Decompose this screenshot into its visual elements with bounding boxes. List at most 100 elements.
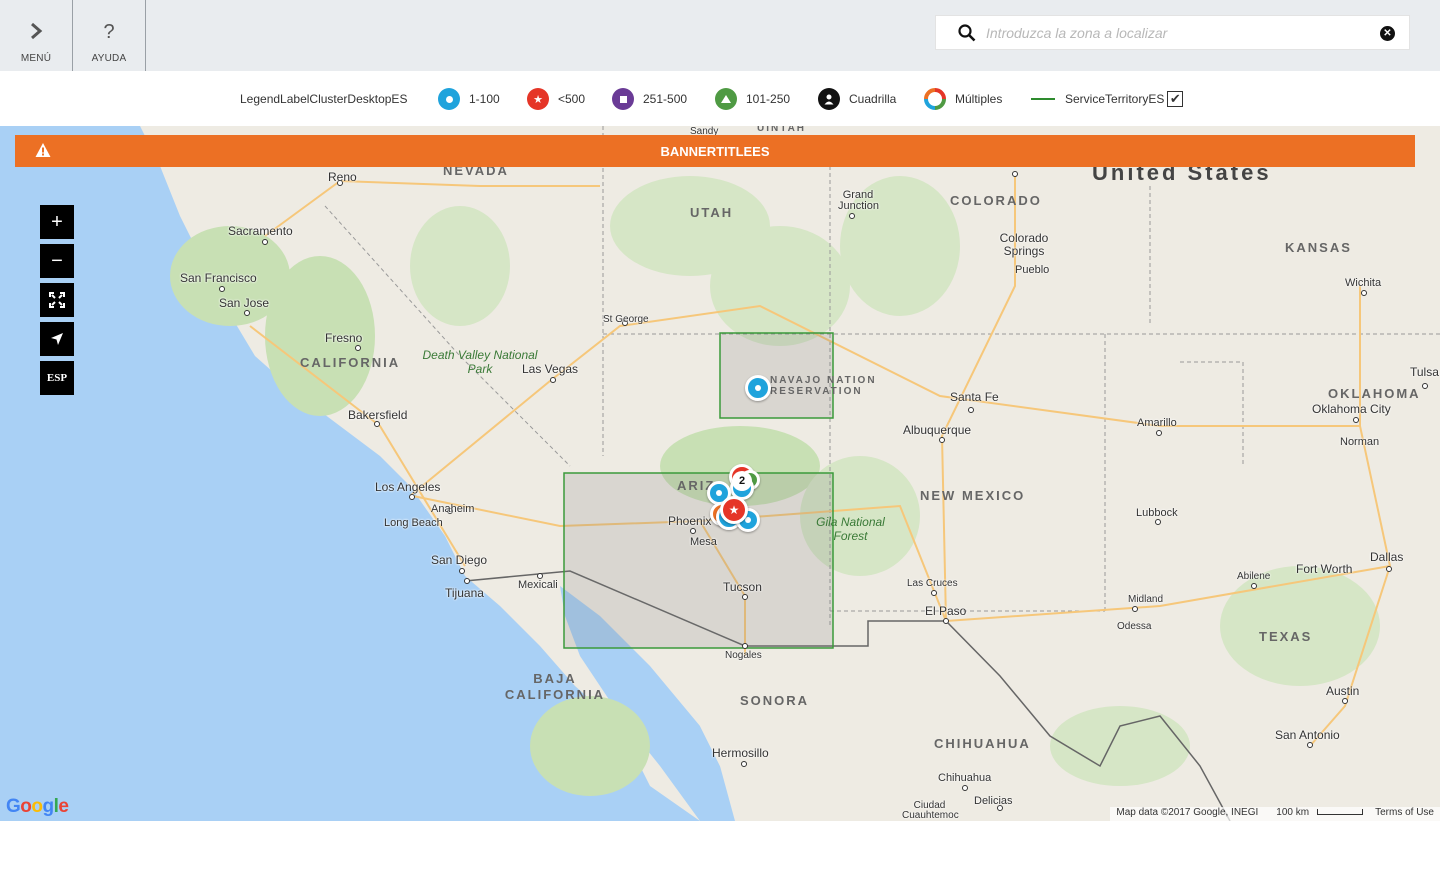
legend-label: 251-500 — [643, 92, 688, 106]
question-icon: ? — [103, 21, 115, 43]
minus-icon: − — [51, 249, 63, 272]
city-label: Chihuahua — [938, 772, 992, 784]
fullscreen-button[interactable] — [40, 283, 74, 317]
legend-item-251-500: 251-500 — [612, 88, 687, 110]
city-label: San Jose — [219, 296, 270, 310]
city-label: Sacramento — [228, 224, 293, 238]
chevron-right-icon — [29, 22, 43, 44]
legend-item-101-250: 101-250 — [715, 88, 790, 110]
legend-title-label: LegendLabelClusterDesktopES — [240, 92, 408, 106]
city-label: Colorado Springs — [999, 231, 1049, 258]
scale-bar — [1317, 809, 1364, 816]
marker-1-100[interactable] — [745, 375, 771, 401]
zoom-in-button[interactable]: + — [40, 205, 74, 239]
city-label: Reno — [328, 170, 357, 184]
map-data-text: Map data ©2017 Google, INEGI — [1116, 807, 1259, 818]
city-label: Anaheim — [431, 503, 475, 515]
city-label: Nogales — [725, 650, 762, 661]
city-label: Phoenix — [668, 514, 712, 528]
legend-item-cuadrilla: Cuadrilla — [818, 88, 896, 110]
scale-label: 100 km — [1264, 807, 1369, 821]
multi-ring-icon — [924, 88, 946, 110]
alert-banner: BANNERTITLEES — [15, 135, 1415, 167]
region-label: SONORA — [740, 693, 810, 708]
map-attribution: Map data ©2017 Google, INEGI 100 km Term… — [1110, 807, 1440, 821]
city-label: Mexicali — [518, 579, 558, 591]
zoom-out-button[interactable]: − — [40, 244, 74, 278]
service-territory-arizona — [563, 472, 834, 649]
city-label: Santa Fe — [950, 390, 999, 404]
city-label: Delicias — [974, 795, 1013, 807]
city-label: Amarillo — [1137, 417, 1177, 429]
city-label: San Diego — [431, 553, 488, 567]
city-label: Norman — [1340, 436, 1380, 448]
city-label: St George — [603, 314, 649, 325]
dot-icon — [438, 88, 460, 110]
star-icon: ★ — [527, 88, 549, 110]
star-icon: ★ — [728, 503, 740, 517]
city-label: Dallas — [1370, 550, 1404, 564]
line-icon — [1031, 98, 1055, 100]
city-label: Fort Worth — [1296, 562, 1353, 576]
city-label: San Antonio — [1275, 728, 1340, 742]
city-label: Ciudad Cuauhtemoc — [902, 800, 959, 821]
square-icon — [612, 88, 634, 110]
map-canvas[interactable]: United States NEVADA UTAH COLORADO KANSA… — [0, 126, 1440, 821]
legend-label: ServiceTerritoryES — [1065, 92, 1165, 106]
clear-search-icon[interactable]: ✕ — [1380, 26, 1395, 41]
menu-button[interactable]: MENÚ — [0, 0, 73, 71]
search-input[interactable] — [986, 16, 1366, 49]
help-button[interactable]: ? AYUDA — [73, 0, 146, 71]
language-button[interactable]: ESP — [40, 361, 74, 395]
cluster-count-badge[interactable]: 2 — [732, 471, 752, 491]
marker-lt500-star[interactable]: ★ — [720, 496, 748, 524]
menu-label: MENÚ — [20, 53, 52, 64]
top-bar: MENÚ ? AYUDA ✕ — [0, 0, 1440, 71]
map-base-layer — [0, 126, 1440, 821]
city-label: Los Angeles — [375, 480, 441, 494]
plus-icon: + — [51, 210, 63, 233]
legend-title: LegendLabelClusterDesktopES — [240, 88, 407, 110]
city-label: Mesa — [690, 536, 717, 548]
city-label: Midland — [1128, 594, 1164, 605]
city-label: Tucson — [723, 580, 762, 594]
terms-link[interactable]: Terms of Use — [1369, 807, 1440, 821]
city-label: El Paso — [925, 604, 967, 618]
search-box: ✕ — [935, 15, 1410, 50]
city-label: San Francisco — [180, 271, 257, 285]
service-territory-checkbox[interactable]: ✔ — [1167, 91, 1184, 107]
city-label: Oklahoma City — [1312, 402, 1391, 416]
fullscreen-icon — [49, 292, 65, 308]
city-label: Odessa — [1117, 621, 1152, 632]
region-label: UINTAH — [757, 126, 807, 134]
region-label: NAVAJO NATION RESERVATION — [770, 375, 877, 397]
region-label: TEXAS — [1259, 629, 1313, 644]
region-label: KANSAS — [1285, 240, 1352, 255]
city-label: Hermosillo — [712, 746, 769, 760]
region-label: COLORADO — [950, 193, 1042, 208]
legend-label: Cuadrilla — [849, 92, 897, 106]
person-icon — [818, 88, 840, 110]
city-label: Albuquerque — [903, 423, 972, 437]
legend-item-service-territory: ServiceTerritoryES ✔ — [1031, 88, 1184, 110]
locate-button[interactable] — [40, 322, 74, 356]
legend-label: 101-250 — [746, 92, 791, 106]
language-label: ESP — [46, 372, 68, 384]
park-label: Gila National Forest — [816, 515, 885, 543]
city-label: Lubbock — [1136, 507, 1178, 519]
region-label: OKLAHOMA — [1328, 386, 1421, 401]
legend-label: 1-100 — [469, 92, 500, 106]
legend-label: Múltiples — [955, 92, 1003, 106]
legend-item-lt500: ★ <500 — [527, 88, 585, 110]
legend-label: <500 — [558, 92, 586, 106]
region-label: CALIFORNIA — [300, 355, 401, 370]
region-label: NEW MEXICO — [920, 488, 1026, 503]
city-label: Austin — [1326, 684, 1360, 698]
help-label: AYUDA — [91, 53, 127, 64]
city-label: Las Cruces — [907, 578, 958, 589]
google-logo: Google — [6, 796, 69, 817]
city-label: Tijuana — [445, 586, 484, 600]
city-label: Wichita — [1345, 277, 1382, 289]
city-label: Pueblo — [1015, 264, 1050, 276]
city-label: Fresno — [325, 331, 363, 345]
